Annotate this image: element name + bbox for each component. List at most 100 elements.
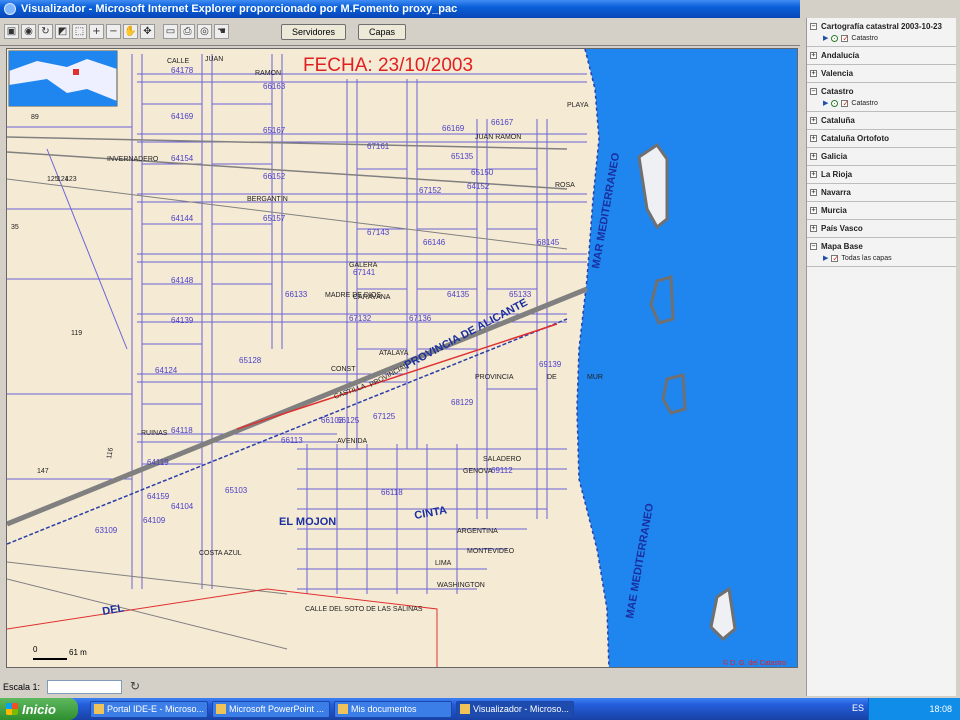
- window-icon: [460, 704, 470, 714]
- start-label: Inicio: [22, 701, 56, 717]
- parcel-label: 67125: [373, 412, 396, 421]
- parcel-label: 64144: [171, 214, 194, 223]
- layer-group[interactable]: + Murcia: [807, 202, 956, 220]
- taskbar-task[interactable]: Portal IDE-E - Microso...: [90, 700, 208, 718]
- layer-group[interactable]: + La Rioja: [807, 166, 956, 184]
- camera-icon[interactable]: ◎: [197, 24, 212, 39]
- measure-icon[interactable]: ▭: [163, 24, 178, 39]
- taskbar-task[interactable]: Mis documentos: [334, 700, 452, 718]
- parcel-label: 64118: [171, 426, 193, 435]
- parcel-label: 64152: [467, 182, 490, 191]
- layer-group[interactable]: + Cataluña: [807, 112, 956, 130]
- window-title: Visualizador - Microsoft Internet Explor…: [21, 3, 458, 15]
- layer-checkbox[interactable]: ✓: [831, 254, 839, 262]
- select-icon[interactable]: ◩: [55, 24, 70, 39]
- layer-group-label: Murcia: [821, 206, 847, 215]
- layer-group-label: La Rioja: [821, 170, 853, 179]
- expand-icon[interactable]: +: [810, 70, 817, 77]
- map-view[interactable]: 0 61 m FECHA: 23/10/2003 © D. G. del Cat…: [6, 48, 798, 668]
- parcel-label: 69139: [539, 360, 562, 369]
- layer-radio[interactable]: [831, 34, 839, 42]
- layer-group-label: Cataluña: [821, 116, 855, 125]
- taskbar-task-label: Microsoft PowerPoint ...: [229, 704, 325, 714]
- map-copyright: © D. G. del Catastro: [723, 659, 786, 667]
- layer-radio[interactable]: [831, 99, 839, 107]
- layer-item-label: Catastro: [851, 34, 878, 42]
- expand-icon[interactable]: +: [810, 153, 817, 160]
- system-tray: 18:08: [868, 698, 960, 720]
- play-icon[interactable]: ▶: [823, 99, 828, 107]
- expand-icon[interactable]: +: [810, 52, 817, 59]
- street-label: LIMA: [435, 560, 452, 567]
- layer-checkbox[interactable]: ✓: [841, 99, 849, 107]
- taskbar-task[interactable]: Microsoft PowerPoint ...: [212, 700, 330, 718]
- play-icon[interactable]: ▶: [823, 34, 828, 42]
- layer-item[interactable]: ▶ ✓ Catastro: [821, 99, 952, 107]
- taskbar-task[interactable]: Visualizador - Microso...: [456, 700, 574, 718]
- language-indicator[interactable]: ES: [852, 703, 864, 713]
- collapse-icon[interactable]: −: [810, 243, 817, 250]
- overview-map[interactable]: [8, 50, 118, 107]
- layer-group-label: Galicia: [821, 152, 848, 161]
- layer-item-label: Todas las capas: [841, 254, 892, 262]
- expand-icon[interactable]: +: [810, 207, 817, 214]
- layer-group[interactable]: − Cartografía catastral 2003-10-23 ▶ ✓ Catas…: [807, 18, 956, 47]
- parcel-label: 64139: [171, 316, 194, 325]
- layer-group[interactable]: + País Vasco: [807, 220, 956, 238]
- scale-label: Escala 1:: [3, 682, 41, 692]
- layer-item[interactable]: ▶ ✓ Catastro: [821, 34, 952, 42]
- expand-icon[interactable]: +: [810, 171, 817, 178]
- parcel-label: 67161: [367, 142, 390, 151]
- parcel-label: 64148: [171, 276, 194, 285]
- collapse-icon[interactable]: −: [810, 88, 817, 95]
- play-icon[interactable]: ▶: [823, 254, 828, 262]
- refresh-icon[interactable]: ↻: [38, 24, 53, 39]
- street-label: 89: [31, 114, 39, 121]
- pan-icon[interactable]: ✋: [123, 24, 138, 39]
- parcel-label: 65128: [239, 356, 262, 365]
- street-label: ATALAYA: [379, 350, 409, 357]
- parcel-label: 67136: [409, 314, 432, 323]
- layer-group[interactable]: − Catastro ▶ ✓ Catastro: [807, 83, 956, 112]
- expand-icon[interactable]: +: [810, 135, 817, 142]
- layer-group[interactable]: + Navarra: [807, 184, 956, 202]
- expand-icon[interactable]: +: [810, 225, 817, 232]
- parcel-label: 66133: [285, 290, 308, 299]
- globe-icon[interactable]: ◉: [21, 24, 36, 39]
- street-label: INVERNADERO: [107, 156, 159, 163]
- layer-checkbox[interactable]: ✓: [841, 34, 849, 42]
- collapse-icon[interactable]: −: [810, 23, 817, 30]
- windows-taskbar: Inicio Portal IDE-E - Microso... Microsof…: [0, 698, 960, 720]
- street-label: SALADERO: [483, 456, 522, 463]
- zoom-out-icon[interactable]: −: [106, 24, 121, 39]
- taskbar-tasks: Portal IDE-E - Microso... Microsoft Power…: [86, 700, 574, 718]
- parcel-label: 66167: [491, 118, 514, 127]
- street-label: CONST: [331, 366, 356, 373]
- expand-icon[interactable]: +: [810, 117, 817, 124]
- layer-group[interactable]: + Cataluña Ortofoto: [807, 130, 956, 148]
- expand-icon[interactable]: +: [810, 189, 817, 196]
- move-icon[interactable]: ✥: [140, 24, 155, 39]
- windows-logo-icon: [6, 703, 18, 715]
- cadastral-map[interactable]: 0 61 m FECHA: 23/10/2003 © D. G. del Cat…: [7, 49, 798, 668]
- print-icon[interactable]: ⎙: [180, 24, 195, 39]
- street-label: CARAVANA: [353, 294, 391, 301]
- layer-group[interactable]: + Andalucía: [807, 47, 956, 65]
- layer-group[interactable]: + Valencia: [807, 65, 956, 83]
- hand-icon[interactable]: ☚: [214, 24, 229, 39]
- scale-input[interactable]: [47, 680, 123, 694]
- layer-group[interactable]: + Galicia: [807, 148, 956, 166]
- save-icon[interactable]: ▣: [4, 24, 19, 39]
- zoom-window-icon[interactable]: ⬚: [72, 24, 87, 39]
- refresh-scale-icon[interactable]: ↻: [128, 680, 142, 694]
- servers-button[interactable]: Servidores: [281, 23, 347, 40]
- start-button[interactable]: Inicio: [0, 698, 78, 720]
- parcel-label: 66103: [321, 416, 344, 425]
- zoom-in-icon[interactable]: +: [89, 24, 104, 39]
- layer-item[interactable]: ▶ ✓ Todas las capas: [821, 254, 952, 262]
- parcel-label: 69112: [491, 466, 513, 475]
- layer-group-label: Mapa Base: [821, 242, 863, 251]
- layer-group[interactable]: − Mapa Base ▶ ✓ Todas las capas: [807, 238, 956, 267]
- layers-button[interactable]: Capas: [358, 23, 407, 40]
- layer-group-label: Navarra: [821, 188, 851, 197]
